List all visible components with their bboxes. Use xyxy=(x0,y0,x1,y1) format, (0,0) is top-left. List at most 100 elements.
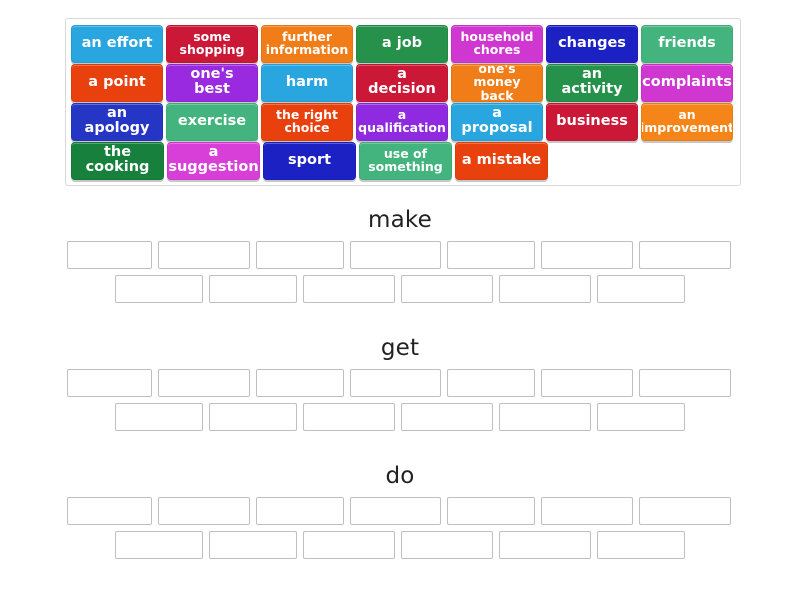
word-tile-label: complaints xyxy=(642,73,732,90)
word-tile[interactable]: complaints xyxy=(641,64,733,102)
word-tile[interactable]: changes xyxy=(546,25,638,63)
drop-slot[interactable] xyxy=(499,275,591,303)
word-tile[interactable]: harm xyxy=(261,64,353,102)
drop-slot[interactable] xyxy=(256,241,344,269)
word-tile-label: use of something xyxy=(368,145,443,174)
drop-slot[interactable] xyxy=(350,369,441,397)
word-tile[interactable]: one's best xyxy=(166,64,258,102)
word-tile-label: the right choice xyxy=(276,106,338,135)
word-tile[interactable]: further information xyxy=(261,25,353,63)
word-tile-label: an improvement xyxy=(641,106,733,135)
drop-slot[interactable] xyxy=(303,403,395,431)
drop-slot[interactable] xyxy=(541,497,633,525)
word-tile[interactable]: an activity xyxy=(546,64,638,102)
drop-slot[interactable] xyxy=(499,403,591,431)
drop-slot[interactable] xyxy=(67,369,152,397)
drop-slot[interactable] xyxy=(541,241,633,269)
word-bank-row: an effort some shopping further informatio… xyxy=(70,25,736,63)
word-bank-row: an apology exercise the right choice a qual… xyxy=(70,103,736,141)
word-bank[interactable]: an effort some shopping further informatio… xyxy=(65,18,741,186)
word-tile[interactable]: a proposal xyxy=(451,103,543,141)
word-tile-label: one's best xyxy=(190,66,234,97)
word-tile-label: an activity xyxy=(561,66,623,97)
drop-slot[interactable] xyxy=(639,497,731,525)
drop-slot[interactable] xyxy=(256,369,344,397)
drop-slot[interactable] xyxy=(256,497,344,525)
drop-slot[interactable] xyxy=(158,369,250,397)
drop-slot[interactable] xyxy=(499,531,591,559)
drop-slot[interactable] xyxy=(115,531,203,559)
word-tile[interactable]: household chores xyxy=(451,25,543,63)
word-tile[interactable]: one's money back xyxy=(451,64,543,102)
drop-slot-row xyxy=(0,531,800,559)
drop-slot[interactable] xyxy=(639,369,731,397)
word-tile[interactable]: exercise xyxy=(166,103,258,141)
drop-slot[interactable] xyxy=(209,531,297,559)
word-tile-label: a qualification xyxy=(358,106,446,135)
word-tile-label: changes xyxy=(558,34,626,51)
word-tile[interactable]: use of something xyxy=(359,142,452,180)
drop-slot[interactable] xyxy=(401,531,493,559)
word-tile-label: a decision xyxy=(368,66,436,97)
drop-slot[interactable] xyxy=(350,497,441,525)
word-tile-label: further information xyxy=(265,28,349,57)
drop-slot[interactable] xyxy=(303,531,395,559)
category-title-make: make xyxy=(368,207,432,233)
word-tile-label: household chores xyxy=(460,28,534,57)
word-tile-label: a mistake xyxy=(461,151,542,168)
drop-slot[interactable] xyxy=(401,403,493,431)
drop-slot-row xyxy=(0,275,800,303)
word-tile[interactable]: a decision xyxy=(356,64,448,102)
drop-slot[interactable] xyxy=(115,275,203,303)
drop-slot[interactable] xyxy=(541,369,633,397)
category-group-make: make xyxy=(0,205,800,303)
word-tile[interactable]: an improvement xyxy=(641,103,733,141)
drop-slot[interactable] xyxy=(447,369,535,397)
word-tile-label: a suggestion xyxy=(168,144,259,175)
word-tile[interactable]: a point xyxy=(71,64,163,102)
word-tile[interactable]: the right choice xyxy=(261,103,353,141)
drop-slot[interactable] xyxy=(209,275,297,303)
drop-slot[interactable] xyxy=(67,241,152,269)
word-tile[interactable]: the cooking xyxy=(71,142,164,180)
word-tile[interactable]: some shopping xyxy=(166,25,258,63)
word-tile[interactable]: an effort xyxy=(71,25,163,63)
drop-slot[interactable] xyxy=(303,275,395,303)
word-tile-label: an apology xyxy=(84,105,150,136)
word-tile[interactable]: a mistake xyxy=(455,142,548,180)
drop-slot-row xyxy=(0,497,800,525)
word-tile[interactable]: a qualification xyxy=(356,103,448,141)
drop-slot[interactable] xyxy=(597,275,685,303)
word-tile-label: business xyxy=(556,112,628,129)
word-tile[interactable]: a job xyxy=(356,25,448,63)
word-tile[interactable]: sport xyxy=(263,142,356,180)
drop-slot[interactable] xyxy=(597,531,685,559)
word-tile-label: the cooking xyxy=(85,144,150,175)
drop-slot[interactable] xyxy=(597,403,685,431)
category-title-do: do xyxy=(385,463,415,489)
drop-slot[interactable] xyxy=(401,275,493,303)
word-tile[interactable]: a suggestion xyxy=(167,142,260,180)
drop-slot-row xyxy=(0,241,800,269)
drop-slot[interactable] xyxy=(350,241,441,269)
drop-slot[interactable] xyxy=(67,497,152,525)
drop-slot[interactable] xyxy=(115,403,203,431)
drop-slot[interactable] xyxy=(447,241,535,269)
drop-slot[interactable] xyxy=(209,403,297,431)
drop-slot[interactable] xyxy=(158,497,250,525)
drop-slot[interactable] xyxy=(158,241,250,269)
word-tile-label: a job xyxy=(381,34,423,51)
word-tile-label: friends xyxy=(658,34,716,51)
word-tile-label: a proposal xyxy=(461,105,533,136)
drop-slot[interactable] xyxy=(639,241,731,269)
word-tile-label: sport xyxy=(287,151,332,168)
drop-slot[interactable] xyxy=(447,497,535,525)
word-tile[interactable]: friends xyxy=(641,25,733,63)
drop-slot-row xyxy=(0,369,800,397)
word-tile-label: one's money back xyxy=(473,64,521,102)
word-tile[interactable]: an apology xyxy=(71,103,163,141)
word-tile-label: some shopping xyxy=(179,28,245,57)
word-tile-label: an effort xyxy=(81,34,153,51)
word-tile[interactable]: business xyxy=(546,103,638,141)
word-tile-label: a point xyxy=(88,73,146,90)
